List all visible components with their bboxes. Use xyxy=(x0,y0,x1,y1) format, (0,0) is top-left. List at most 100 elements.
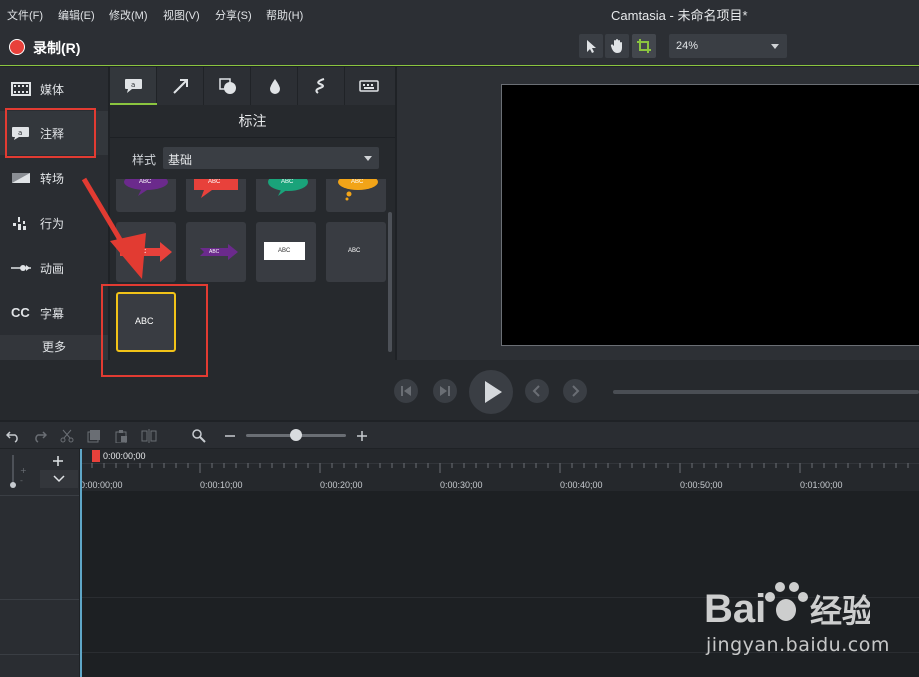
step-back-button[interactable] xyxy=(394,379,418,403)
style-value: 基础 xyxy=(168,153,193,167)
behavior-icon xyxy=(13,217,26,230)
tutorial-arrow-icon xyxy=(81,177,146,279)
select-tool-button[interactable] xyxy=(579,34,603,58)
svg-text:Bai: Bai xyxy=(704,587,766,631)
ruler-label: 0:00:30;00 xyxy=(440,480,483,490)
annotation-type-tabs: a xyxy=(110,67,395,105)
tab-blur[interactable] xyxy=(251,67,298,105)
crop-tool-button[interactable] xyxy=(632,34,656,58)
step-forward-button[interactable] xyxy=(433,379,457,403)
track-options-button[interactable] xyxy=(40,470,78,488)
sidebar-item-label: 媒体 xyxy=(40,83,65,97)
chevron-left-icon xyxy=(532,385,540,397)
previous-button[interactable] xyxy=(525,379,549,403)
zoom-dropdown[interactable]: 24% xyxy=(669,34,787,58)
blur-tab-icon xyxy=(270,79,280,94)
preview-area xyxy=(397,67,919,360)
transition-icon xyxy=(12,173,30,183)
tab-sketch[interactable] xyxy=(298,67,345,105)
sidebar-item-label: 字幕 xyxy=(40,307,65,321)
pan-tool-button[interactable] xyxy=(605,34,629,58)
timeline-toolbar xyxy=(0,422,919,448)
timeline-ruler[interactable]: 0:00:00;00 0:00:10;00 0:00:20;00 0:00:30… xyxy=(80,449,919,491)
callout-tile-red-bubble[interactable]: ABC xyxy=(186,179,246,212)
chevron-right-icon xyxy=(572,385,580,397)
split-icon[interactable] xyxy=(141,429,157,443)
callout-tile-purple-arrow[interactable]: ABC xyxy=(186,222,246,282)
chevron-down-icon xyxy=(53,475,65,483)
play-button[interactable] xyxy=(469,370,513,414)
playback-progress-bar[interactable] xyxy=(613,390,919,394)
arrow-tab-icon xyxy=(173,79,188,94)
sidebar-more-button[interactable]: 更多 xyxy=(0,335,108,360)
panel-scrollbar[interactable] xyxy=(388,212,392,352)
ruler-label: 0:01:00;00 xyxy=(800,480,843,490)
track-header-panel: + - xyxy=(0,449,79,677)
track-divider xyxy=(0,654,79,655)
svg-text:+: + xyxy=(20,466,27,475)
menu-view[interactable]: 视图(V) xyxy=(163,7,200,23)
sidebar-item-label: 动画 xyxy=(40,262,65,276)
tab-shapes[interactable] xyxy=(204,67,251,105)
timeline-zoom-handle[interactable] xyxy=(290,429,302,441)
cc-icon: CC xyxy=(11,305,30,320)
sidebar-item-captions[interactable]: CC 字幕 xyxy=(0,291,108,335)
main-toolbar: 录制(R) 24% xyxy=(0,28,919,66)
tab-arrows[interactable] xyxy=(157,67,204,105)
search-icon xyxy=(192,429,206,443)
film-strip-icon xyxy=(11,82,31,96)
sketch-tab-icon xyxy=(315,78,325,94)
crop-icon xyxy=(637,39,651,53)
menu-share[interactable]: 分享(S) xyxy=(215,7,252,23)
hand-icon xyxy=(610,39,622,53)
chevron-down-icon xyxy=(771,44,779,49)
step-forward-icon xyxy=(440,386,450,396)
menu-file[interactable]: 文件(F) xyxy=(7,7,43,23)
tab-keystroke[interactable] xyxy=(345,67,392,105)
sidebar-item-label: 转场 xyxy=(40,172,65,186)
menu-edit[interactable]: 编辑(E) xyxy=(58,7,95,23)
redo-icon[interactable] xyxy=(33,429,47,443)
callout-tile-thought-bubble[interactable]: ABC xyxy=(326,179,386,212)
panel-title: 标注 xyxy=(110,105,395,138)
record-button[interactable]: 录制(R) xyxy=(33,38,80,58)
svg-text:经验: 经验 xyxy=(810,592,870,630)
add-track-icon[interactable] xyxy=(50,453,66,469)
callout-tile-plain-text[interactable]: ABC xyxy=(326,222,386,282)
playhead[interactable] xyxy=(80,449,82,677)
tab-callouts[interactable]: a xyxy=(110,67,157,105)
track-height-slider-icon[interactable]: +- xyxy=(8,453,34,489)
menu-help[interactable]: 帮助(H) xyxy=(266,7,303,23)
ruler-label: 0:00:40;00 xyxy=(560,480,603,490)
cut-icon[interactable] xyxy=(60,429,74,443)
svg-text:a: a xyxy=(131,81,135,89)
copy-icon[interactable] xyxy=(87,429,101,443)
paste-icon[interactable] xyxy=(114,429,128,443)
animation-icon xyxy=(11,265,31,271)
ruler-label: 0:00:00;00 xyxy=(80,480,123,490)
menu-bar: 文件(F) 编辑(E) 修改(M) 视图(V) 分享(S) 帮助(H) Camt… xyxy=(0,0,919,28)
callout-tile-green-bubble[interactable]: ABC xyxy=(256,179,316,212)
style-dropdown[interactable]: 基础 xyxy=(163,147,379,169)
sidebar-item-label: 行为 xyxy=(40,217,65,231)
chevron-down-icon xyxy=(364,156,372,161)
next-button[interactable] xyxy=(563,379,587,403)
menu-modify[interactable]: 修改(M) xyxy=(109,7,148,23)
pointer-icon xyxy=(587,40,596,53)
highlight-box-annotations xyxy=(5,108,96,158)
step-back-icon xyxy=(401,386,411,396)
zoom-in-icon[interactable] xyxy=(356,429,368,443)
zoom-out-icon[interactable] xyxy=(224,429,236,443)
canvas[interactable] xyxy=(501,84,919,346)
ruler-label: 0:00:50;00 xyxy=(680,480,723,490)
shape-tab-icon xyxy=(219,78,236,94)
sidebar-item-media[interactable]: 媒体 xyxy=(0,67,108,111)
callout-tile-white-box[interactable]: ABC xyxy=(256,222,316,282)
ruler-label: 0:00:20;00 xyxy=(320,480,363,490)
highlight-box-selected-callout xyxy=(101,284,208,377)
undo-icon[interactable] xyxy=(6,429,20,443)
playhead-handle[interactable] xyxy=(92,450,100,462)
record-icon[interactable] xyxy=(9,39,25,55)
callout-tab-icon: a xyxy=(125,79,142,93)
watermark-domain: jingyan.baidu.com xyxy=(706,634,890,656)
